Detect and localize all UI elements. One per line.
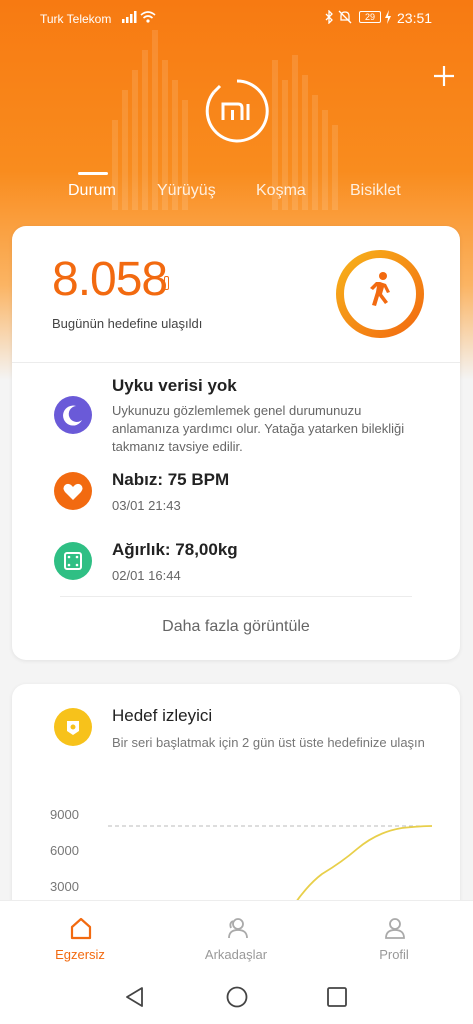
goal-status: Bugünün hedefine ulaşıldı <box>52 316 203 331</box>
goal-tracker-card[interactable]: Hedef izleyici Bir seri başlatmak için 2… <box>12 684 460 924</box>
charging-icon <box>385 10 391 24</box>
weight-time: 02/01 16:44 <box>112 568 181 583</box>
nav-arkadaslar[interactable]: Arkadaşlar <box>176 901 296 969</box>
home-button-icon[interactable] <box>224 984 250 1010</box>
mi-logo-icon <box>205 79 269 143</box>
home-icon <box>70 917 92 940</box>
walk-progress-ring[interactable] <box>334 248 426 340</box>
signal-icon <box>122 11 137 23</box>
nav-profil[interactable]: Profil <box>334 901 454 969</box>
nav-label: Arkadaşlar <box>204 947 268 962</box>
weight-title: Ağırlık: 78,00kg <box>112 540 238 559</box>
bottom-nav: Egzersiz Arkadaşlar Profil <box>0 900 473 968</box>
add-icon[interactable] <box>430 62 458 90</box>
tab-durum[interactable]: Durum <box>68 182 116 200</box>
friends-icon <box>228 918 248 939</box>
recents-icon[interactable] <box>324 984 350 1010</box>
y-tick-9000: 9000 <box>50 807 79 822</box>
goal-tracker-subtitle: Bir seri başlatmak için 2 gün üst üste h… <box>112 735 425 750</box>
y-tick-3000: 3000 <box>50 879 79 894</box>
sleep-icon-circle: z <box>54 396 92 434</box>
goal-tracker-title: Hedef izleyici <box>112 706 213 725</box>
system-nav-bar <box>0 968 473 1024</box>
active-tab-indicator <box>78 172 108 175</box>
nav-egzersiz[interactable]: Egzersiz <box>20 901 140 969</box>
nav-label: Egzersiz <box>55 947 105 962</box>
summary-card[interactable]: 8.058 Bugünün hedefine ulaşıldı z Uyku v… <box>12 226 460 660</box>
heart-rate-time: 03/01 21:43 <box>112 498 181 513</box>
sleep-title: Uyku verisi yok <box>112 376 237 395</box>
view-more-link[interactable]: Daha fazla görüntüle <box>12 618 460 636</box>
weight-icon-circle <box>54 542 92 580</box>
heart-icon-circle <box>54 472 92 510</box>
status-bar: Turk Telekom 29 23:51 <box>0 0 473 36</box>
divider <box>60 596 412 597</box>
mute-icon <box>338 10 352 24</box>
y-tick-6000: 6000 <box>50 843 79 858</box>
divider <box>12 362 460 363</box>
tab-kosma[interactable]: Koşma <box>256 182 306 200</box>
heart-rate-title: Nabız: 75 BPM <box>112 470 230 489</box>
svg-text:z: z <box>75 408 79 416</box>
carrier-label: Turk Telekom <box>40 12 112 26</box>
nav-label: Profil <box>379 947 409 962</box>
bluetooth-icon <box>325 10 333 24</box>
battery-indicator: 29 <box>359 11 381 23</box>
heart-icon <box>63 483 83 500</box>
footprint-icon <box>164 276 169 290</box>
tab-yuruyus[interactable]: Yürüyüş <box>157 182 216 200</box>
steps-count: 8.058 <box>52 253 168 306</box>
goal-icon-circle <box>54 708 92 746</box>
moon-icon: z <box>63 405 82 426</box>
wifi-icon <box>140 11 156 23</box>
scale-icon <box>64 552 82 570</box>
clock: 23:51 <box>397 10 433 26</box>
walking-icon <box>370 272 390 306</box>
sleep-description: Uykunuzu gözlemlemek genel durumunuzu an… <box>112 403 405 454</box>
back-icon[interactable] <box>122 984 148 1010</box>
badge-icon <box>67 721 79 735</box>
tab-bisiklet[interactable]: Bisiklet <box>350 182 401 200</box>
profile-icon <box>385 918 405 939</box>
activity-tabs: Durum Yürüyüş Koşma Bisiklet <box>0 182 473 206</box>
